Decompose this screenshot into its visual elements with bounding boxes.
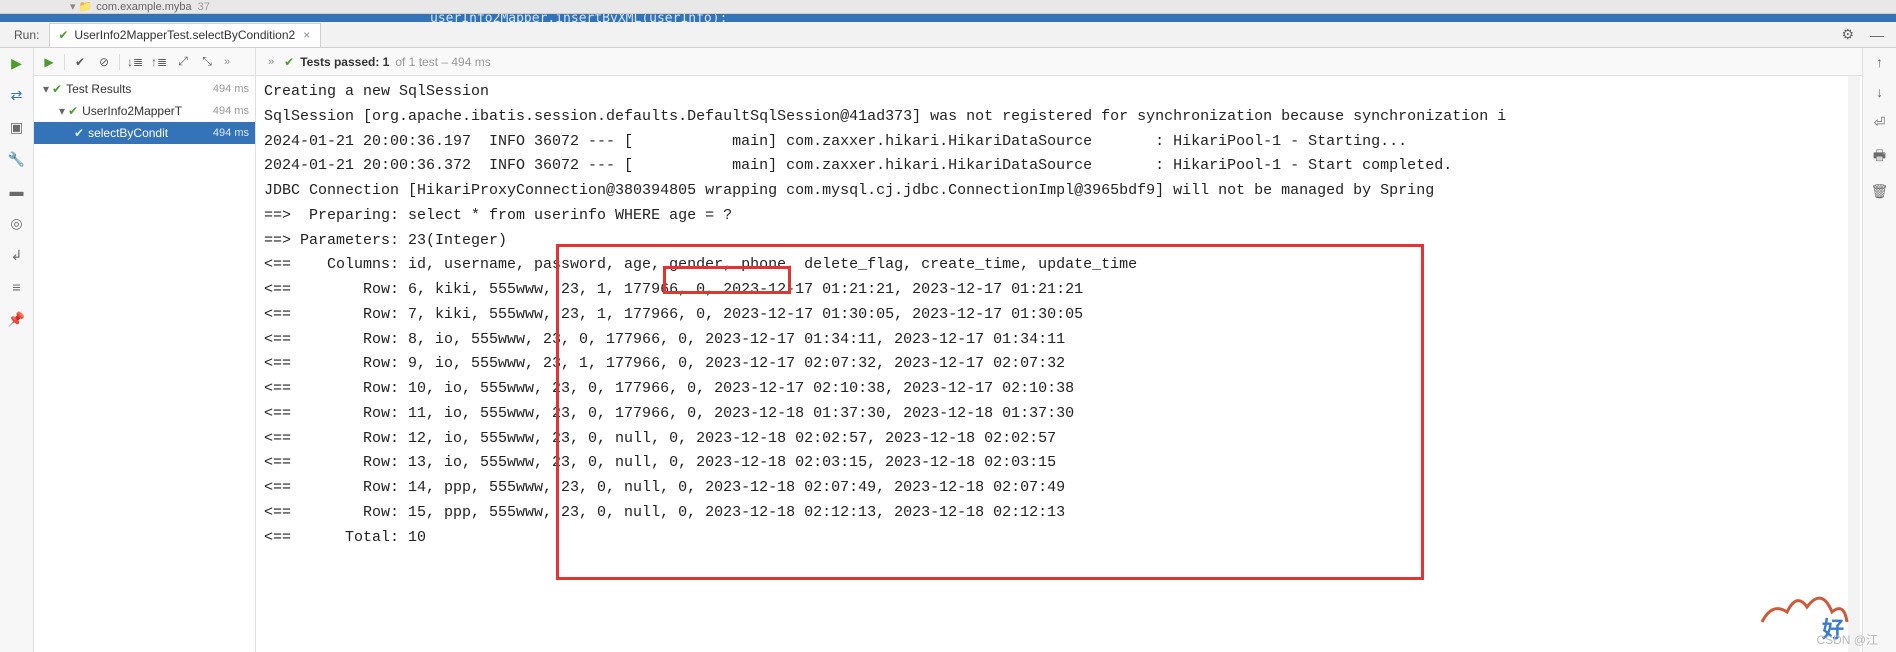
- console-output[interactable]: Creating a new SqlSessionSqlSession [org…: [256, 76, 1862, 652]
- sort-alpha-icon[interactable]: ↑≣: [148, 52, 170, 72]
- console-line: 2024-01-21 20:00:36.197 INFO 36072 --- […: [264, 130, 1854, 155]
- soft-wrap-icon[interactable]: ⏎: [1874, 114, 1886, 131]
- console-line: <== Row: 13, io, 555www, 23, 0, null, 0,…: [264, 451, 1854, 476]
- console-panel: » ✔ Tests passed: 1 of 1 test – 494 ms C…: [256, 48, 1862, 652]
- right-gutter: ↑ ↓ ⏎ 🖶 🗑: [1862, 48, 1896, 652]
- console-line: ==> Preparing: select * from userinfo WH…: [264, 204, 1854, 229]
- print-icon[interactable]: 🖶: [1873, 145, 1886, 169]
- run-label: Run:: [4, 28, 49, 42]
- tab-title: UserInfo2MapperTest.selectByCondition2: [74, 28, 295, 42]
- scroll-down-icon[interactable]: ↓: [1876, 84, 1883, 100]
- tree-duration: 494 ms: [213, 83, 249, 95]
- left-gutter: ▶ ⇄ ▣ 🔧 ▬ ◎ ↲ ≡ 📌: [0, 48, 34, 652]
- close-icon[interactable]: ×: [301, 28, 312, 42]
- tree-duration: 494 ms: [213, 105, 249, 117]
- tree-class[interactable]: ▾ ✔ UserInfo2MapperT 494 ms: [34, 100, 255, 122]
- expand-icon[interactable]: ⤢: [172, 52, 194, 72]
- filter-passed-icon[interactable]: ✔: [69, 52, 91, 72]
- tree-duration: 494 ms: [213, 127, 249, 139]
- line-number: 37: [198, 1, 210, 13]
- run-tab-bar: Run: ✔ UserInfo2MapperTest.selectByCondi…: [0, 22, 1896, 48]
- scroll-up-icon[interactable]: ↑: [1876, 54, 1883, 70]
- test-tree: ▾ ✔ Test Results 494 ms ▾ ✔ UserInfo2Map…: [34, 76, 255, 652]
- console-line: <== Total: 10: [264, 526, 1854, 551]
- chevron-down-icon: ▾: [40, 82, 52, 96]
- filter-ignored-icon[interactable]: ⊘: [93, 52, 115, 72]
- folder-icon: ▾ 📁: [70, 0, 92, 13]
- console-line: <== Row: 11, io, 555www, 23, 0, 177966, …: [264, 402, 1854, 427]
- check-icon: ✔: [74, 126, 84, 140]
- console-line: ==> Parameters: 23(Integer): [264, 229, 1854, 254]
- tree-label: selectByCondit: [88, 126, 213, 140]
- test-toolbar: ▶ ✔ ⊘ ↓≣ ↑≣ ⤢ ⤡ »: [34, 48, 255, 76]
- console-line: <== Row: 6, kiki, 555www, 23, 1, 177966,…: [264, 278, 1854, 303]
- clear-icon[interactable]: 🗑: [1871, 183, 1889, 200]
- run-tests-icon[interactable]: ▶: [38, 52, 60, 72]
- rerun-icon[interactable]: ▶: [8, 54, 26, 72]
- hide-icon[interactable]: —: [1862, 27, 1892, 43]
- console-toolbar: » ✔ Tests passed: 1 of 1 test – 494 ms: [256, 48, 1862, 76]
- sort-icon[interactable]: ↓≣: [124, 52, 146, 72]
- tree-label: UserInfo2MapperT: [82, 104, 213, 118]
- console-line: <== Columns: id, username, password, age…: [264, 253, 1854, 278]
- chevron-right-icon[interactable]: »: [264, 56, 278, 68]
- tests-status-bar: » ✔ Tests passed: 1 of 1 test – 494 ms: [256, 48, 1862, 76]
- gear-icon[interactable]: ⚙: [1833, 26, 1862, 43]
- tests-passed-detail: of 1 test – 494 ms: [395, 55, 490, 69]
- tree-label: Test Results: [66, 82, 213, 96]
- console-line: <== Row: 7, kiki, 555www, 23, 1, 177966,…: [264, 303, 1854, 328]
- run-config-tab[interactable]: ✔ UserInfo2MapperTest.selectByCondition2…: [49, 23, 321, 47]
- check-icon: ✔: [52, 82, 62, 96]
- check-icon: ✔: [284, 55, 294, 69]
- check-icon: ✔: [68, 104, 78, 118]
- project-crumb: ▾ 📁 com.example.myba 37: [0, 0, 1896, 14]
- chevron-right-icon[interactable]: »: [220, 56, 234, 68]
- console-line: <== Row: 8, io, 555www, 23, 0, 177966, 0…: [264, 328, 1854, 353]
- toggle-icon[interactable]: ⇄: [8, 86, 26, 104]
- run-icon: ✔: [58, 28, 68, 42]
- editor-band: userInfo2Mapper.insertByXML(userInfo);: [0, 14, 1896, 22]
- console-line: <== Row: 12, io, 555www, 23, 0, null, 0,…: [264, 427, 1854, 452]
- console-line: <== Row: 9, io, 555www, 23, 1, 177966, 0…: [264, 352, 1854, 377]
- test-tree-panel: ▶ ✔ ⊘ ↓≣ ↑≣ ⤢ ⤡ » ▾ ✔ Test Results 494 m…: [34, 48, 256, 652]
- tree-root[interactable]: ▾ ✔ Test Results 494 ms: [34, 78, 255, 100]
- editor-snippet: userInfo2Mapper.insertByXML(userInfo);: [430, 14, 727, 22]
- stop-icon[interactable]: ▣: [8, 118, 26, 136]
- wrench-icon[interactable]: 🔧: [8, 150, 26, 168]
- console-line: <== Row: 14, ppp, 555www, 23, 0, null, 0…: [264, 476, 1854, 501]
- console-line: <== Row: 15, ppp, 555www, 23, 0, null, 0…: [264, 501, 1854, 526]
- collapse-icon[interactable]: ⤡: [196, 52, 218, 72]
- layout-icon[interactable]: ≡: [8, 278, 26, 296]
- exit-icon[interactable]: ↲: [8, 246, 26, 264]
- vertical-scrollbar[interactable]: [1848, 76, 1860, 652]
- console-line: JDBC Connection [HikariProxyConnection@3…: [264, 179, 1854, 204]
- console-line: SqlSession [org.apache.ibatis.session.de…: [264, 105, 1854, 130]
- camera-icon[interactable]: ◎: [8, 214, 26, 232]
- pin-icon[interactable]: 📌: [8, 310, 26, 328]
- thread-dump-icon[interactable]: ▬: [8, 182, 26, 200]
- console-line: Creating a new SqlSession: [264, 80, 1854, 105]
- console-line: 2024-01-21 20:00:36.372 INFO 36072 --- […: [264, 154, 1854, 179]
- project-path: com.example.myba: [96, 1, 191, 13]
- chevron-down-icon: ▾: [56, 104, 68, 118]
- console-line: <== Row: 10, io, 555www, 23, 0, 177966, …: [264, 377, 1854, 402]
- tree-method[interactable]: ✔ selectByCondit 494 ms: [34, 122, 255, 144]
- tests-passed-count: Tests passed: 1: [300, 55, 389, 69]
